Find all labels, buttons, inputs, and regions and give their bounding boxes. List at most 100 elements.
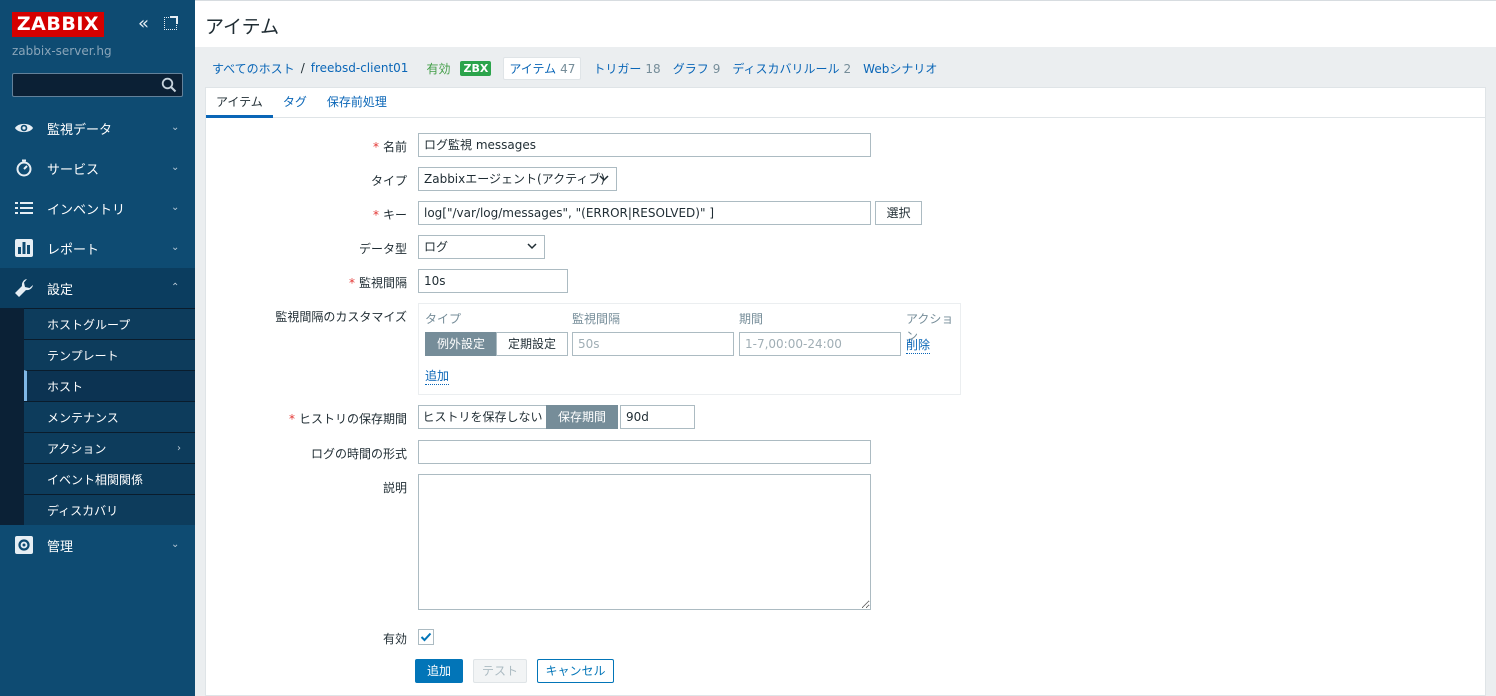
menu-label: サービス: [47, 162, 100, 178]
submenu-actions[interactable]: アクション ›: [24, 432, 195, 463]
host-status[interactable]: 有効: [426, 60, 450, 77]
header: アイテム: [195, 0, 1496, 47]
datatype-select[interactable]: ログ: [418, 235, 545, 259]
discovery-label: ディスカバリルール: [732, 61, 840, 76]
chevron-down-icon: ⌄: [171, 242, 180, 253]
remove-interval-link[interactable]: 削除: [906, 336, 931, 354]
chevron-right-icon: ›: [177, 443, 181, 454]
submenu-label: アクション: [47, 441, 107, 456]
chevron-down-icon: [599, 175, 609, 182]
triggers-count: 18: [645, 61, 661, 76]
chevron-up-icon: ⌃: [171, 282, 180, 293]
chevron-down-icon: ⌄: [171, 162, 180, 173]
kiosk-mode-icon[interactable]: [164, 16, 178, 30]
add-button[interactable]: 追加: [415, 659, 463, 683]
key-select-button[interactable]: 選択: [875, 201, 922, 225]
graphs-tab[interactable]: グラフ 9: [673, 60, 721, 77]
submenu-hosts[interactable]: ホスト: [24, 370, 195, 401]
datatype-label: データ型: [358, 242, 407, 256]
menu-reports[interactable]: レポート ⌄: [0, 228, 195, 268]
graphs-count: 9: [712, 61, 721, 76]
triggers-tab[interactable]: トリガー 18: [593, 60, 660, 77]
search-icon[interactable]: [161, 77, 177, 93]
submenu-event-correlation[interactable]: イベント相関関係: [24, 463, 195, 494]
page-title: アイテム: [205, 16, 280, 38]
key-label: キー: [373, 206, 407, 223]
menu-label: 設定: [47, 282, 74, 298]
test-button[interactable]: テスト: [473, 659, 527, 683]
submenu-discovery[interactable]: ディスカバリ: [24, 494, 195, 525]
history-input[interactable]: 90d: [620, 405, 695, 429]
submenu-maintenance[interactable]: メンテナンス: [24, 401, 195, 432]
col-period: 期間: [739, 312, 764, 326]
key-input[interactable]: log["/var/log/messages", "(ERROR|RESOLVE…: [418, 201, 871, 225]
items-tab[interactable]: アイテム 47: [503, 56, 582, 80]
custom-intervals-table: タイプ 監視間隔 期間 アクション 例外設定 定期設定 50s 1-7,00:0…: [418, 303, 961, 395]
menu-label: 監視データ: [47, 122, 113, 138]
chevron-down-icon: ⌄: [171, 122, 180, 133]
host-navigation: すべてのホスト / freebsd-client01 有効 ZBX アイテム 47…: [205, 56, 937, 80]
zabbix-logo[interactable]: ZABBIX: [12, 12, 104, 37]
eye-icon: [14, 118, 34, 138]
type-value: Zabbixエージェント(アクティブ): [424, 172, 606, 186]
items-label: アイテム: [509, 61, 557, 76]
main-menu: 監視データ ⌄ サービス ⌄ インベントリ ⌄ レポート ⌄ 設定 ⌃ ホストグ…: [0, 108, 195, 565]
web-scenarios-tab[interactable]: Webシナリオ: [863, 60, 937, 77]
enabled-checkbox[interactable]: [418, 629, 434, 645]
scheduling-toggle[interactable]: 定期設定: [496, 332, 568, 356]
logtime-input[interactable]: [418, 440, 871, 464]
menu-label: レポート: [47, 242, 100, 258]
custom-intervals-label: 監視間隔のカスタマイズ: [275, 310, 407, 324]
tab-tags[interactable]: タグ: [273, 88, 317, 118]
tab-item[interactable]: アイテム: [206, 88, 273, 118]
item-form-panel: アイテム タグ 保存前処理 名前 ログ監視 messages タイプ Zabbi…: [205, 87, 1486, 696]
graphs-label: グラフ: [672, 61, 709, 76]
menu-label: 管理: [47, 539, 74, 555]
checkmark-icon: [420, 632, 432, 642]
description-textarea[interactable]: [418, 474, 871, 610]
cancel-button[interactable]: キャンセル: [537, 659, 614, 683]
menu-configuration[interactable]: 設定 ⌃: [0, 268, 195, 308]
collapse-sidebar-icon[interactable]: «: [138, 15, 156, 33]
menu-inventory[interactable]: インベントリ ⌄: [0, 188, 195, 228]
add-interval-link[interactable]: 追加: [425, 367, 450, 385]
form-tabs: アイテム タグ 保存前処理: [206, 88, 1485, 118]
menu-services[interactable]: サービス ⌄: [0, 148, 195, 188]
logtime-label: ログの時間の形式: [310, 447, 407, 461]
host-link[interactable]: freebsd-client01: [311, 61, 409, 75]
submenu-templates[interactable]: テンプレート: [24, 339, 195, 370]
all-hosts-link[interactable]: すべてのホスト: [212, 60, 295, 77]
chevron-down-icon: ⌄: [171, 202, 180, 213]
discovery-rules-tab[interactable]: ディスカバリルール 2: [732, 60, 851, 77]
name-input[interactable]: ログ監視 messages: [418, 133, 871, 157]
search-input[interactable]: [13, 74, 153, 96]
wrench-icon: [14, 278, 34, 298]
gear-icon: [14, 535, 34, 555]
type-select[interactable]: Zabbixエージェント(アクティブ): [418, 167, 617, 191]
server-name: zabbix-server.hg: [12, 44, 112, 58]
type-label: タイプ: [370, 174, 407, 188]
items-count: 47: [560, 61, 576, 76]
menu-administration[interactable]: 管理 ⌄: [0, 525, 195, 565]
custom-interval-input[interactable]: 50s: [572, 332, 734, 356]
description-label: 説明: [382, 481, 407, 495]
interval-input[interactable]: 10s: [418, 269, 568, 293]
name-label: 名前: [373, 138, 407, 155]
clock-icon: [14, 158, 34, 178]
col-type: タイプ: [425, 312, 462, 326]
configuration-submenu: ホストグループ テンプレート ホスト メンテナンス アクション › イベント相関関…: [0, 308, 195, 525]
history-storage-period-toggle[interactable]: 保存期間: [546, 405, 618, 429]
sidebar: ZABBIX « zabbix-server.hg 監視データ ⌄ サービス ⌄…: [0, 0, 195, 696]
custom-period-input[interactable]: 1-7,00:00-24:00: [739, 332, 901, 356]
history-do-not-keep-toggle[interactable]: ヒストリを保存しない: [418, 405, 547, 429]
flexible-toggle[interactable]: 例外設定: [425, 332, 497, 356]
discovery-count: 2: [843, 61, 852, 76]
menu-label: インベントリ: [47, 202, 126, 218]
bar-chart-icon: [14, 238, 34, 258]
triggers-label: トリガー: [593, 61, 642, 76]
col-interval: 監視間隔: [572, 312, 621, 326]
submenu-host-groups[interactable]: ホストグループ: [24, 308, 195, 339]
chevron-down-icon: [527, 243, 537, 250]
tab-preprocessing[interactable]: 保存前処理: [317, 88, 397, 118]
menu-monitoring[interactable]: 監視データ ⌄: [0, 108, 195, 148]
